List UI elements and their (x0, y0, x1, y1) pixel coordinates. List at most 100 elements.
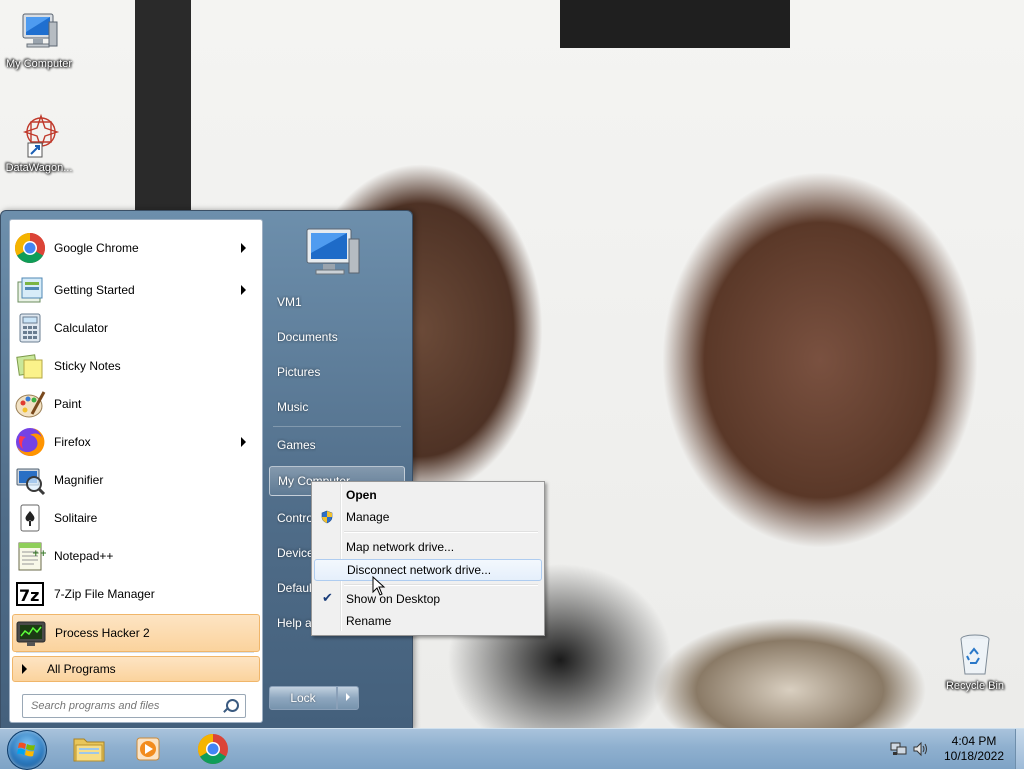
start-link-label: Games (277, 438, 316, 452)
context-item-label: Manage (346, 510, 390, 524)
divider (273, 426, 401, 427)
getting-started-icon (14, 274, 46, 306)
recycle-bin-icon (951, 630, 999, 678)
system-tray: 4:04 PM 10/18/2022 (884, 729, 1024, 769)
program-solitaire[interactable]: Solitaire (12, 500, 258, 536)
taskbar-clock[interactable]: 4:04 PM 10/18/2022 (936, 734, 1012, 764)
context-item-label: Disconnect network drive... (347, 563, 492, 577)
notepadpp-icon: ++ (14, 540, 47, 572)
start-link-label: VM1 (277, 295, 302, 309)
program-label: Magnifier (54, 473, 104, 487)
program-getting-started[interactable]: Getting Started (12, 272, 258, 308)
show-desktop-button[interactable] (1015, 729, 1024, 769)
chrome-icon (14, 232, 46, 264)
uac-shield-icon (320, 510, 334, 524)
windows-logo-icon (17, 742, 35, 757)
program-label: Calculator (54, 321, 109, 335)
program-label: Solitaire (54, 511, 98, 525)
program-calculator[interactable]: Calculator (12, 310, 258, 346)
start-link-label: Music (277, 400, 309, 414)
computer-icon (15, 8, 63, 56)
desktop-icon-recycle-bin[interactable]: Recycle Bin (936, 630, 1014, 692)
lock-button[interactable]: Lock (269, 686, 337, 710)
context-item-label: Map network drive... (346, 540, 455, 554)
calculator-icon (14, 312, 46, 344)
program-notepadpp[interactable]: ++ Notepad++ (12, 538, 258, 574)
folder-icon (73, 738, 105, 762)
process-hacker-icon (15, 617, 47, 649)
context-item-label: Open (346, 488, 377, 502)
7zip-icon: 7z (14, 578, 46, 610)
start-menu: Google Chrome Getting Started Calculator… (0, 210, 413, 730)
program-magnifier[interactable]: Magnifier (12, 462, 258, 498)
taskbar-explorer-button[interactable] (62, 731, 116, 767)
search-icon[interactable] (226, 699, 239, 712)
program-label: Google Chrome (54, 241, 139, 255)
desktop-icon-label: Recycle Bin (945, 680, 1005, 692)
checkmark-icon: ✔ (322, 590, 333, 605)
program-label: 7-Zip File Manager (54, 587, 155, 601)
program-firefox[interactable]: Firefox (12, 424, 258, 460)
start-button[interactable] (7, 730, 47, 770)
context-item-rename[interactable]: Rename (314, 611, 540, 631)
program-sticky-notes[interactable]: Sticky Notes (12, 348, 258, 384)
svg-text:++: ++ (32, 549, 46, 559)
program-google-chrome[interactable]: Google Chrome (12, 230, 258, 266)
media-player-icon (136, 737, 160, 761)
start-link-games[interactable]: Games (269, 431, 403, 459)
submenu-arrow-icon[interactable] (241, 285, 246, 295)
start-link-pictures[interactable]: Pictures (269, 358, 403, 386)
program-label: Paint (54, 397, 82, 411)
program-label: Process Hacker 2 (55, 626, 150, 640)
volume-icon[interactable] (912, 741, 930, 757)
program-7zip[interactable]: 7z 7-Zip File Manager (12, 576, 258, 612)
mouse-cursor-icon (372, 575, 386, 596)
start-link-music[interactable]: Music (269, 393, 403, 421)
network-icon[interactable] (890, 741, 908, 757)
shutdown-options-arrow-icon[interactable] (337, 686, 359, 710)
program-label: Firefox (54, 435, 91, 449)
start-link-label: Pictures (277, 365, 321, 379)
desktop-icon-label: My Computer (5, 58, 73, 70)
taskbar: 4:04 PM 10/18/2022 (0, 728, 1024, 770)
context-item-manage[interactable]: Manage (314, 507, 540, 527)
all-programs-button[interactable]: All Programs (12, 656, 260, 682)
program-label: Sticky Notes (54, 359, 121, 373)
start-menu-programs-pane: Google Chrome Getting Started Calculator… (9, 219, 263, 723)
context-menu: Open Manage Map network drive... Disconn… (311, 481, 545, 636)
svg-text:7z: 7z (19, 586, 39, 605)
program-paint[interactable]: Paint (12, 386, 258, 422)
chrome-icon (197, 734, 228, 765)
lock-label: Lock (290, 691, 316, 705)
taskbar-media-player-button[interactable] (122, 731, 176, 767)
sticky-notes-icon (14, 350, 46, 382)
program-label: Notepad++ (54, 549, 114, 563)
paint-icon (14, 388, 46, 420)
magnifier-icon (14, 464, 46, 496)
program-label: Getting Started (54, 283, 135, 297)
context-item-show-on-desktop[interactable]: ✔ Show on Desktop (314, 589, 540, 609)
context-item-label: Show on Desktop (346, 592, 441, 606)
user-picture[interactable] (301, 223, 365, 285)
start-link-vm1[interactable]: VM1 (269, 288, 403, 316)
context-item-disconnect-network-drive[interactable]: Disconnect network drive... (314, 559, 542, 581)
wallpaper-detail (135, 0, 191, 210)
divider (344, 531, 538, 533)
search-input[interactable] (29, 699, 223, 713)
start-search-box[interactable] (22, 694, 246, 718)
datawagon-icon (15, 112, 63, 160)
submenu-arrow-icon[interactable] (241, 243, 246, 253)
program-process-hacker-2[interactable]: Process Hacker 2 (12, 614, 260, 652)
divider (16, 652, 254, 653)
taskbar-chrome-button[interactable] (186, 731, 240, 767)
context-item-open[interactable]: Open (314, 485, 540, 505)
submenu-arrow-icon[interactable] (241, 437, 246, 447)
context-item-map-network-drive[interactable]: Map network drive... (314, 537, 540, 557)
start-link-documents[interactable]: Documents (269, 323, 403, 351)
desktop-icon-my-computer[interactable]: My Computer (0, 8, 78, 70)
context-item-label: Rename (346, 614, 392, 628)
clock-date: 10/18/2022 (943, 749, 1005, 763)
start-link-label: Documents (277, 330, 338, 344)
desktop-icon-datawagon[interactable]: DataWagon... (0, 112, 78, 174)
wallpaper-detail (560, 0, 790, 48)
